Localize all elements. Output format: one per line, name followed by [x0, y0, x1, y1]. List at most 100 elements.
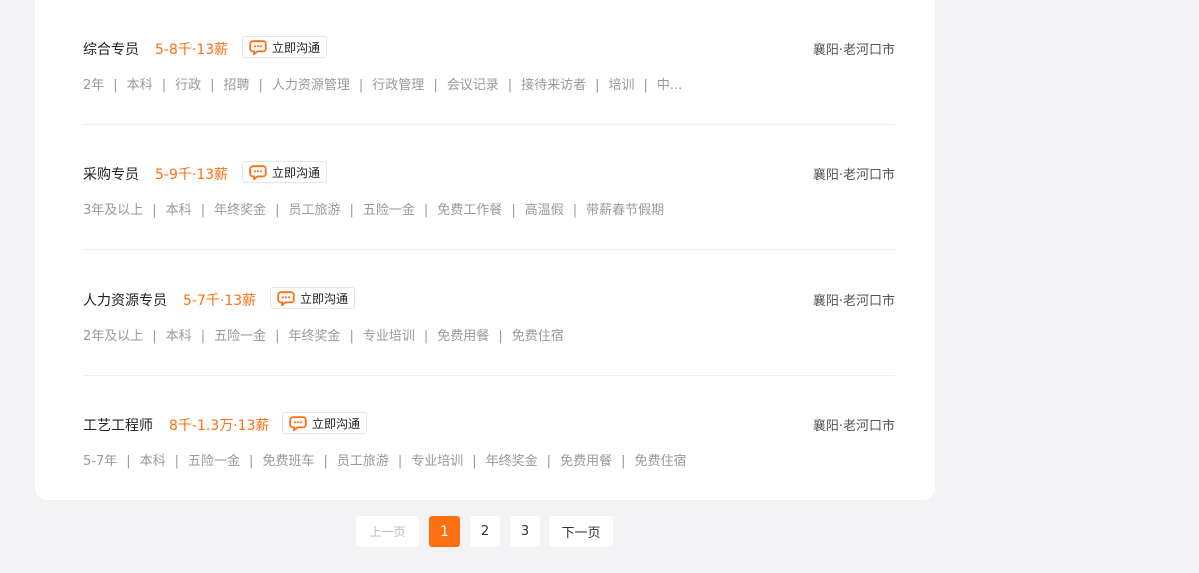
tag-separator: |	[200, 203, 206, 218]
job-tag: 员工旅游	[336, 454, 389, 469]
divider	[83, 249, 895, 250]
job-tag: 中...	[656, 78, 683, 93]
divider	[83, 375, 895, 376]
job-tag: 5-7年	[83, 454, 118, 469]
job-tag: 人力资源管理	[271, 78, 350, 93]
tag-separator: |	[595, 78, 600, 93]
job-tag: 五险一金	[214, 329, 267, 344]
job-item[interactable]: 工艺工程师 8千-1.3万·13薪 立即沟通 襄阳·老河口市 5-7年 | 本科 | 五…	[83, 412, 895, 522]
job-tag: 本科	[126, 78, 153, 93]
divider	[83, 124, 895, 125]
tag-separator: |	[643, 78, 648, 93]
job-location: 襄阳·老河口市	[812, 43, 895, 58]
job-list-card: 综合专员 5-8千·13薪 立即沟通 襄阳·老河口市 2年 | 本科 | 行政 | 招聘 | 人…	[35, 0, 935, 500]
chat-bubble-icon	[289, 415, 307, 431]
tag-separator: |	[433, 78, 438, 93]
job-title[interactable]: 工艺工程师	[83, 415, 153, 435]
job-tags: 5-7年 | 本科 | 五险一金 | 免费班车 | 员工旅游 | 专业培训 | 年终奖金 | 免费用餐 | 免费…	[83, 450, 686, 469]
job-tag: 2年及以上	[83, 329, 144, 344]
job-tags: 2年及以上 | 本科 | 五险一金 | 年终奖金 | 专业培训 | 免费用餐 | 免费住宿	[83, 325, 564, 344]
tag-separator: |	[161, 78, 167, 93]
job-tag: 培训	[608, 78, 635, 93]
tag-separator: |	[498, 329, 503, 344]
chat-now-button[interactable]: 立即沟通	[242, 161, 328, 183]
job-tag: 本科	[139, 454, 166, 469]
job-tag: 年终奖金	[288, 329, 341, 344]
job-item[interactable]: 人力资源专员 5-7千·13薪 立即沟通 襄阳·老河口市 2年及以上 | 本科 | 五险…	[83, 287, 895, 397]
job-item[interactable]: 采购专员 5-9千·13薪 立即沟通 襄阳·老河口市 3年及以上 | 本科 | 年终奖金…	[83, 161, 895, 271]
prev-page-button[interactable]: 上一页	[356, 516, 419, 547]
job-location: 襄阳·老河口市	[812, 168, 895, 183]
tag-separator: |	[126, 454, 131, 469]
chat-now-label: 立即沟通	[272, 165, 321, 180]
next-page-button[interactable]: 下一页	[549, 516, 613, 547]
job-tag: 免费用餐	[560, 454, 613, 469]
job-tag: 年终奖金	[485, 454, 538, 469]
job-tag: 2年	[83, 78, 105, 93]
page-button-3[interactable]: 3	[510, 516, 540, 547]
tag-separator: |	[546, 454, 552, 469]
job-tag: 免费用餐	[437, 329, 490, 344]
tag-separator: |	[511, 203, 516, 218]
job-location: 襄阳·老河口市	[812, 294, 895, 309]
job-tag: 高温假	[524, 203, 564, 218]
job-tag: 免费住宿	[511, 329, 564, 344]
tag-separator: |	[349, 203, 354, 218]
job-title[interactable]: 综合专员	[83, 39, 139, 59]
tag-separator: |	[275, 203, 280, 218]
tag-separator: |	[349, 329, 354, 344]
job-salary: 5-7千·13薪	[183, 293, 257, 309]
tag-separator: |	[323, 454, 328, 469]
job-tag: 免费住宿	[634, 454, 687, 469]
job-tag: 本科	[165, 329, 192, 344]
tag-separator: |	[572, 203, 578, 218]
job-tag: 免费班车	[262, 454, 315, 469]
job-tag: 本科	[165, 203, 192, 218]
tag-separator: |	[258, 78, 263, 93]
job-location: 襄阳·老河口市	[812, 419, 895, 434]
job-salary: 8千-1.3万·13薪	[169, 418, 270, 434]
job-tag: 员工旅游	[288, 203, 341, 218]
tag-separator: |	[397, 454, 403, 469]
chat-now-label: 立即沟通	[300, 291, 349, 306]
chat-now-label: 立即沟通	[272, 40, 321, 55]
tag-separator: |	[200, 329, 206, 344]
chat-now-button[interactable]: 立即沟通	[282, 412, 368, 434]
job-tag: 带薪春节假期	[586, 203, 665, 218]
tag-separator: |	[507, 78, 513, 93]
tag-separator: |	[472, 454, 477, 469]
chat-now-button[interactable]: 立即沟通	[270, 287, 356, 309]
chat-now-button[interactable]: 立即沟通	[242, 36, 328, 58]
job-tag: 年终奖金	[214, 203, 267, 218]
tag-separator: |	[249, 454, 254, 469]
tag-separator: |	[423, 329, 429, 344]
tag-separator: |	[174, 454, 180, 469]
job-salary: 5-9千·13薪	[155, 167, 229, 183]
job-tag: 行政	[175, 78, 202, 93]
chat-now-label: 立即沟通	[312, 416, 361, 431]
job-title[interactable]: 采购专员	[83, 164, 139, 184]
job-tag: 五险一金	[362, 203, 415, 218]
job-tag: 免费工作餐	[437, 203, 503, 218]
tag-separator: |	[275, 329, 280, 344]
job-tag: 3年及以上	[83, 203, 144, 218]
job-tags: 2年 | 本科 | 行政 | 招聘 | 人力资源管理 | 行政管理 | 会议记录 | 接待来访者 | 培训 | 中.…	[83, 74, 682, 93]
page-button-2[interactable]: 2	[470, 516, 500, 547]
job-title[interactable]: 人力资源专员	[83, 290, 167, 310]
job-tags: 3年及以上 | 本科 | 年终奖金 | 员工旅游 | 五险一金 | 免费工作餐 | 高温假 | 带薪春节假期	[83, 199, 664, 218]
job-tag: 五险一金	[188, 454, 241, 469]
job-tag: 专业培训	[362, 329, 415, 344]
tag-separator: |	[152, 203, 157, 218]
job-tag: 行政管理	[372, 78, 425, 93]
tag-separator: |	[358, 78, 364, 93]
job-tag: 接待来访者	[521, 78, 587, 93]
job-tag: 会议记录	[446, 78, 499, 93]
tag-separator: |	[423, 203, 429, 218]
tag-separator: |	[152, 329, 157, 344]
job-tag: 专业培训	[411, 454, 464, 469]
page-button-1[interactable]: 1	[429, 516, 460, 547]
tag-separator: |	[113, 78, 118, 93]
job-salary: 5-8千·13薪	[155, 42, 229, 58]
chat-bubble-icon	[249, 164, 267, 180]
job-item[interactable]: 综合专员 5-8千·13薪 立即沟通 襄阳·老河口市 2年 | 本科 | 行政 | 招聘 | 人…	[83, 36, 895, 146]
